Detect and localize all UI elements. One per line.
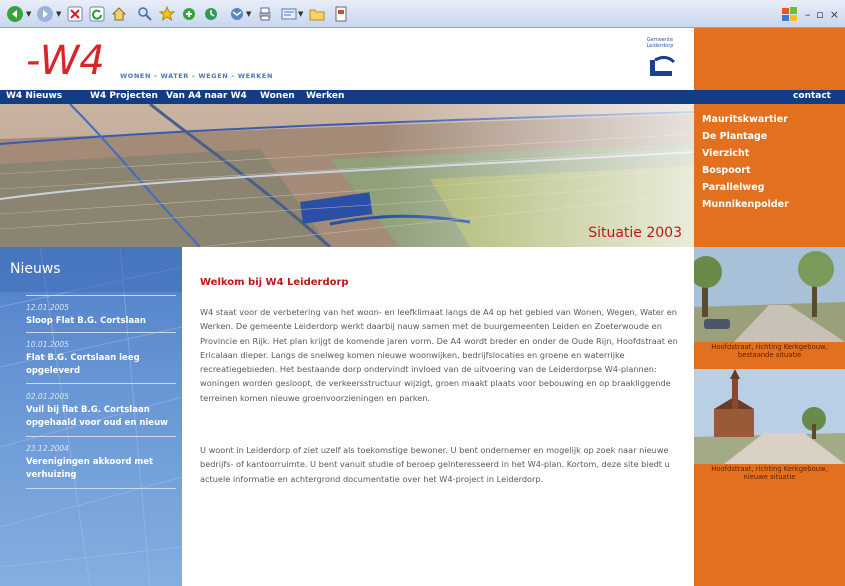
news-divider <box>26 383 176 384</box>
link-bospoort[interactable]: Bospoort <box>702 165 751 176</box>
edit-icon[interactable] <box>280 5 298 23</box>
news-divider <box>26 436 176 437</box>
main-content: Welkom bij W4 Leiderdorp W4 staat voor d… <box>182 247 694 586</box>
news-heading: Nieuws <box>10 261 61 277</box>
stop-icon[interactable] <box>66 5 84 23</box>
mail-dropdown-icon[interactable]: ▼ <box>246 10 251 18</box>
news-date: 12.01.2005 <box>26 303 69 312</box>
news-divider <box>26 295 176 296</box>
nav-wonen[interactable]: Wonen <box>260 91 295 101</box>
window-controls: – ▫ × <box>781 6 839 22</box>
svg-text:-W4: -W4 <box>26 38 105 84</box>
back-dropdown-icon[interactable]: ▼ <box>26 10 31 18</box>
news-sidebar: Nieuws 12.01.2005 Sloop Flat B.G. Cortsl… <box>0 247 182 586</box>
news-divider <box>26 488 176 489</box>
nav-w4-nieuws[interactable]: W4 Nieuws <box>6 91 62 101</box>
link-munnikenpolder[interactable]: Munnikenpolder <box>702 199 789 210</box>
photo-caption-existing-line-2: bestaande situatie <box>737 351 802 359</box>
mail-icon[interactable] <box>228 5 246 23</box>
photo-caption-existing: Hoofdstraat, richting Kerkgebouw, bestaa… <box>694 342 845 359</box>
close-icon[interactable]: × <box>830 8 839 21</box>
photo-existing-situation[interactable]: Hoofdstraat, richting Kerkgebouw, bestaa… <box>690 247 845 359</box>
browser-toolbar: ▼ ▼ ▼ ▼ – ▫ × <box>0 0 845 28</box>
photo-caption-new-line-1: Hoofdstraat, richting Kerkgebouw, <box>711 465 828 473</box>
header-orange-panel <box>694 28 845 90</box>
project-sidebar: Mauritskwartier De Plantage Vierzicht Bo… <box>690 104 845 586</box>
news-date: 10.01.2005 <box>26 340 69 349</box>
photo-new-situation[interactable]: Hoofdstraat, richting Kerkgebouw, nieuwe… <box>694 369 845 481</box>
research-icon[interactable] <box>332 5 350 23</box>
folder-icon[interactable] <box>308 5 326 23</box>
link-mauritskwartier[interactable]: Mauritskwartier <box>702 114 788 125</box>
nav-w4-projecten[interactable]: W4 Projecten <box>90 91 158 101</box>
photo-caption-existing-line-1: Hoofdstraat, richting Kerkgebouw, <box>711 343 828 351</box>
welcome-heading: Welkom bij W4 Leiderdorp <box>200 277 349 288</box>
audience-paragraph: U woont in Leiderdorp of ziet uzelf als … <box>200 445 670 484</box>
history-icon[interactable] <box>202 5 220 23</box>
windows-logo-icon <box>781 7 797 21</box>
hero-caption: Situatie 2003 <box>588 225 682 241</box>
gemeente-emblem-icon <box>650 55 676 76</box>
news-item-title[interactable]: Sloop Flat B.G. Cortslaan <box>26 315 176 328</box>
back-icon[interactable] <box>6 5 24 23</box>
nav-van-a4-naar-w4[interactable]: Van A4 naar W4 <box>166 91 247 101</box>
forward-dropdown-icon[interactable]: ▼ <box>56 10 61 18</box>
gemeente-leiderdorp-logo[interactable]: Gemeente Leiderdorp <box>636 37 684 82</box>
refresh-icon[interactable] <box>88 5 106 23</box>
site-tagline: WONEN – WATER – WEGEN – WERKEN <box>120 72 273 80</box>
forward-icon[interactable] <box>36 5 54 23</box>
photo-caption-new-line-2: nieuwe situatie <box>743 473 796 481</box>
link-parallelweg[interactable]: Parallelweg <box>702 182 764 193</box>
photo-caption-new: Hoofdstraat, richting Kerkgebouw, nieuwe… <box>694 464 845 481</box>
minimize-icon[interactable]: – <box>805 8 811 21</box>
site-header: -W4 WONEN – WATER – WEGEN – WERKEN Gemee… <box>0 28 694 90</box>
restore-icon[interactable]: ▫ <box>816 8 823 21</box>
intro-paragraph: W4 staat voor de verbetering van het woo… <box>200 307 678 403</box>
nav-contact[interactable]: contact <box>793 91 831 101</box>
nav-werken[interactable]: Werken <box>306 91 344 101</box>
news-item-title[interactable]: Flat B.G. Cortslaan leeg opgeleverd <box>26 352 176 378</box>
search-icon[interactable] <box>136 5 154 23</box>
news-item-title[interactable]: Vuil bij flat B.G. Cortslaan opgehaald v… <box>26 404 176 430</box>
print-icon[interactable] <box>256 5 274 23</box>
news-date: 23.12.2004 <box>26 444 69 453</box>
home-icon[interactable] <box>110 5 128 23</box>
street-photo-existing <box>690 247 845 342</box>
news-item-title[interactable]: Verenigingen akkoord met verhuizing <box>26 456 176 482</box>
main-navigation: W4 Nieuws W4 Projecten Van A4 naar W4 Wo… <box>0 90 845 104</box>
feeds-icon[interactable] <box>180 5 198 23</box>
link-vierzicht[interactable]: Vierzicht <box>702 148 749 159</box>
street-photo-new <box>694 369 845 464</box>
edit-dropdown-icon[interactable]: ▼ <box>298 10 303 18</box>
news-divider <box>26 332 176 333</box>
news-date: 02.01.2005 <box>26 392 69 401</box>
link-de-plantage[interactable]: De Plantage <box>702 131 767 142</box>
favorites-icon[interactable] <box>158 5 176 23</box>
hero-aerial-image: Situatie 2003 <box>0 104 694 247</box>
